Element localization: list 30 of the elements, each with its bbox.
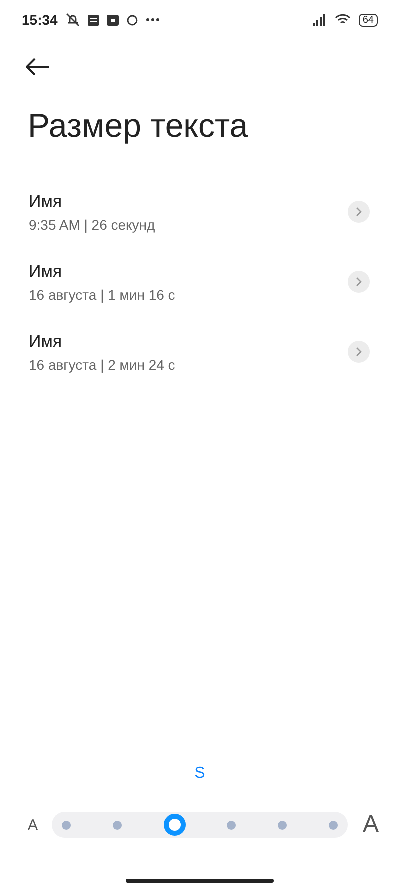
slider-stop[interactable]: [112, 820, 122, 830]
chevron-icon: [355, 347, 363, 357]
page-title: Размер текста: [28, 107, 250, 145]
chevron-button[interactable]: [348, 341, 370, 363]
status-time: 15:34: [22, 12, 58, 28]
item-name: Имя: [29, 192, 64, 212]
current-size-label: S: [194, 765, 206, 783]
small-size-label: A: [26, 816, 39, 834]
more-icon: [146, 18, 160, 22]
slider-stop[interactable]: [227, 820, 236, 830]
size-slider-track[interactable]: [52, 812, 348, 838]
chevron-button[interactable]: [348, 271, 370, 293]
item-name: Имя: [29, 262, 64, 282]
chevron-button[interactable]: [348, 201, 370, 223]
slider-thumb[interactable]: [164, 814, 186, 836]
wifi-icon: [334, 14, 351, 26]
large-size-label: A: [362, 811, 380, 839]
slider-stop[interactable]: [278, 820, 288, 830]
battery-indicator: 64: [358, 14, 378, 26]
item-detail: 16 августа | 1 мин 16 с: [29, 286, 176, 302]
chevron-icon: [355, 277, 363, 287]
slider-stop[interactable]: [62, 820, 71, 830]
muted-bell-icon: [66, 13, 80, 27]
chevron-icon: [355, 207, 363, 217]
item-detail: 9:35 AM | 26 секунд: [29, 216, 156, 232]
item-name: Имя: [29, 332, 64, 352]
item-detail: 16 августа | 2 мин 24 с: [29, 356, 176, 372]
slider-stop[interactable]: [328, 820, 338, 830]
signal-icon: [312, 14, 327, 26]
note-icon: [88, 14, 99, 26]
